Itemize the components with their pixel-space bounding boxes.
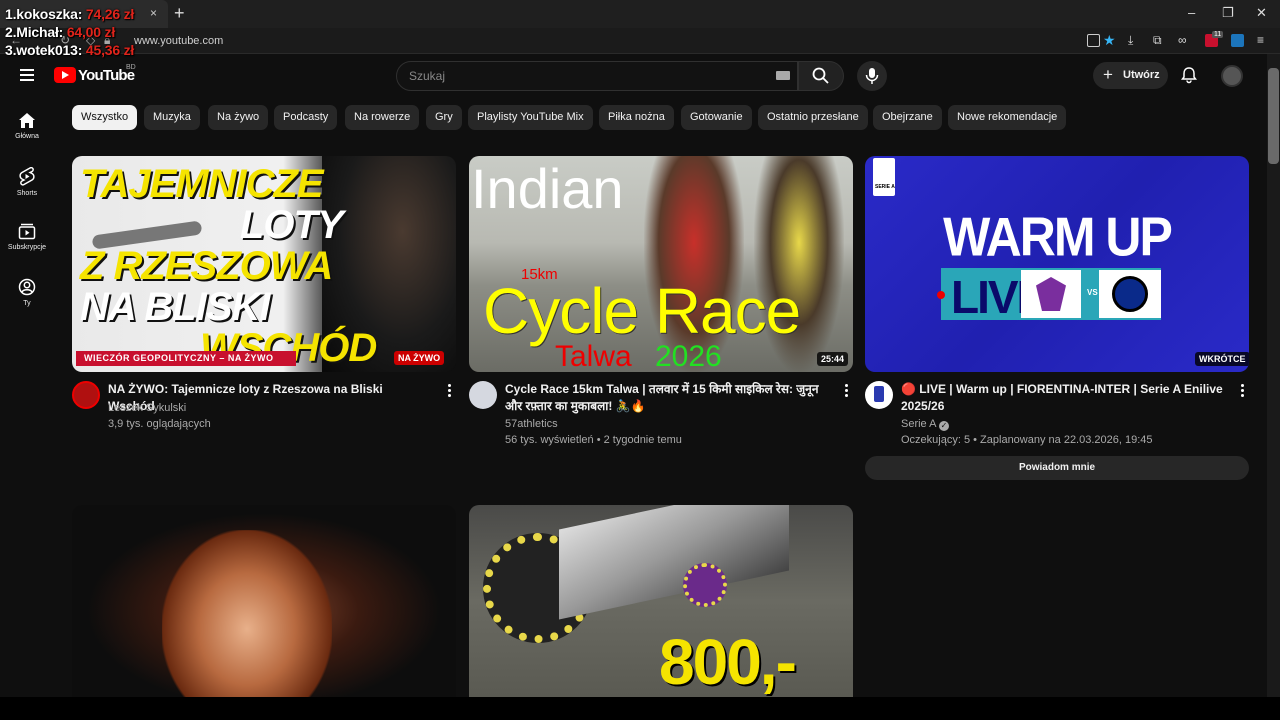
plus-icon: + — [1103, 65, 1113, 84]
url-text[interactable]: www.youtube.com — [134, 35, 223, 47]
video-stats: 56 tys. wyświetleń • 2 tygodnie temu — [505, 434, 682, 446]
notify-me-button[interactable]: Powiadom mnie — [865, 456, 1249, 480]
bike-frame-image — [559, 505, 789, 620]
browser-tab-bar: × + – ❐ ✕ — [0, 0, 1280, 28]
upcoming-badge: WKRÓTCE — [1195, 352, 1249, 366]
bell-icon[interactable] — [1180, 66, 1198, 84]
chip-football[interactable]: Piłka nożna — [599, 105, 674, 130]
sidebar-item-subscriptions[interactable]: Subskrypcje — [0, 223, 54, 251]
channel-name[interactable]: 57athletics — [505, 418, 558, 430]
youtube-logo-icon[interactable] — [54, 67, 76, 83]
maximize-button[interactable]: ❐ — [1222, 5, 1234, 21]
tab-close-icon[interactable]: × — [150, 6, 157, 20]
taskbar — [0, 697, 1280, 720]
country-code: BD — [126, 64, 136, 71]
chip-music[interactable]: Muzyka — [144, 105, 200, 130]
search-button[interactable] — [798, 61, 844, 91]
vpn-icon[interactable]: ∞ — [1178, 33, 1187, 47]
extensions-icon[interactable]: ⧉ — [1153, 33, 1162, 48]
create-button[interactable]: + Utwórz — [1093, 62, 1168, 89]
subscriptions-icon — [18, 223, 36, 240]
sidebar-item-you[interactable]: Ty — [0, 278, 54, 307]
chip-youtube-mix[interactable]: Playlisty YouTube Mix — [468, 105, 593, 130]
chip-new-recommendations[interactable]: Nowe rekomendacje — [948, 105, 1067, 130]
screenshot-icon[interactable] — [1087, 34, 1100, 47]
scrollbar-thumb[interactable] — [1268, 68, 1279, 164]
close-window-button[interactable]: ✕ — [1256, 5, 1267, 21]
channel-avatar[interactable] — [469, 381, 497, 409]
new-tab-button[interactable]: + — [174, 3, 185, 24]
video-stats: 3,9 tys. oglądających — [108, 418, 211, 430]
thumbnail-text: Talwa — [555, 340, 632, 372]
ranking-entry: 3.wotek013: 45,36 zł — [5, 42, 135, 58]
chip-games[interactable]: Gry — [426, 105, 462, 130]
thumbnail-text: 2026 — [655, 340, 722, 372]
video-thumbnail[interactable]: Indian 15km Cycle Race Talwa 2026 25:44 — [469, 156, 853, 372]
video-thumbnail[interactable]: SERIE A WARM UP LIVE VS WKRÓTCE — [865, 156, 1249, 372]
minimize-button[interactable]: – — [1188, 5, 1195, 20]
channel-avatar[interactable] — [72, 381, 100, 409]
more-options-icon[interactable] — [1241, 384, 1245, 399]
channel-name[interactable]: Leszek Sykulski — [108, 402, 186, 414]
fiorentina-logo-icon — [1021, 270, 1081, 318]
video-thumbnail[interactable] — [72, 505, 456, 697]
video-thumbnail[interactable]: TAJEMNICZE LOTY Z RZESZOWA NA BLISKI WSC… — [72, 156, 456, 372]
match-banner: LIVE VS — [941, 268, 1161, 323]
chip-cooking[interactable]: Gotowanie — [681, 105, 752, 130]
menu-icon[interactable]: ≡ — [1257, 33, 1264, 47]
home-icon — [19, 113, 35, 128]
user-icon — [18, 278, 36, 296]
chip-recently-uploaded[interactable]: Ostatnio przesłane — [758, 105, 868, 130]
search-icon — [812, 67, 829, 84]
video-title[interactable]: 🔴 LIVE | Warm up | FIORENTINA-INTER | Se… — [901, 381, 1223, 415]
thumbnail-text: WARM UP — [943, 206, 1173, 268]
video-thumbnail[interactable]: 800,- — [469, 505, 853, 697]
mic-icon — [865, 68, 879, 84]
channel-avatar[interactable] — [865, 381, 893, 409]
keyboard-icon[interactable] — [776, 71, 790, 80]
channel-name[interactable]: Serie A ✓ — [901, 418, 949, 431]
video-title[interactable]: Cycle Race 15km Talwa | तलवार में 15 किम… — [505, 381, 827, 415]
account-avatar[interactable] — [1221, 65, 1243, 87]
live-badge: NA ŻYWO — [394, 351, 445, 365]
sync-icon[interactable] — [1231, 34, 1244, 47]
more-options-icon[interactable] — [448, 384, 452, 399]
extension-badge: 11 — [1212, 31, 1224, 38]
person-image — [162, 530, 332, 697]
live-dot-icon — [937, 291, 945, 299]
thumbnail-text: Indian — [471, 157, 624, 220]
chip-live[interactable]: Na żywo — [208, 105, 269, 130]
search-box[interactable] — [396, 61, 798, 91]
serie-a-logo-icon — [873, 158, 895, 196]
more-options-icon[interactable] — [845, 384, 849, 399]
duration-badge: 25:44 — [817, 352, 849, 366]
sidebar-item-home[interactable]: Główna — [0, 112, 54, 140]
serie-a-logo-text: SERIE A — [875, 184, 895, 190]
chip-all[interactable]: Wszystko — [72, 105, 138, 130]
ranking-entry: 1.kokoszka: 74,26 zł — [5, 6, 135, 22]
voice-search-button[interactable] — [857, 61, 887, 91]
ranking-entry: 2.Michał: 64,00 zł — [5, 24, 116, 40]
thumbnail-text: Cycle Race — [483, 275, 801, 347]
derailleur-image — [683, 563, 727, 607]
shorts-icon — [19, 167, 35, 186]
chip-watched[interactable]: Obejrzane — [873, 105, 942, 130]
sidebar-item-shorts[interactable]: Shorts — [0, 167, 54, 197]
verified-icon: ✓ — [938, 421, 949, 431]
video-stats: Oczekujący: 5 • Zaplanowany na 22.03.202… — [901, 434, 1153, 446]
thumbnail-text: TAJEMNICZE LOTY Z RZESZOWA NA BLISKI WSC… — [80, 162, 377, 370]
chip-cycling[interactable]: Na rowerze — [345, 105, 420, 130]
thumbnail-banner: WIECZÓR GEOPOLITYCZNY – NA ŻYWO — [76, 351, 296, 366]
inter-logo-icon — [1099, 270, 1161, 318]
star-icon[interactable]: ★ — [1103, 32, 1116, 49]
thumbnail-text: 800,- — [659, 626, 797, 697]
menu-hamburger-icon[interactable] — [20, 69, 34, 84]
chip-podcasts[interactable]: Podcasty — [274, 105, 338, 130]
search-input[interactable] — [409, 69, 769, 83]
download-icon[interactable]: ⤓ — [1128, 33, 1133, 48]
